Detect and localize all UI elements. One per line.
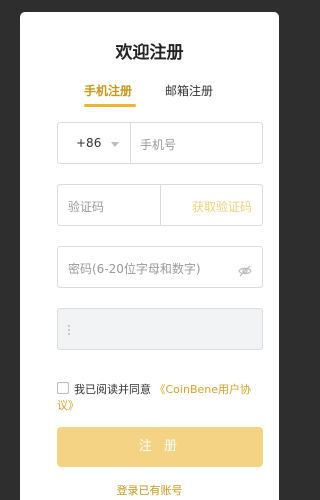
tab-phone-register[interactable]: 手机注册 [84, 82, 132, 99]
eye-hidden-icon[interactable] [238, 262, 252, 281]
phone-input[interactable]: 手机号 [140, 136, 176, 153]
register-button[interactable]: 注 册 [57, 427, 263, 467]
captcha-handle[interactable] [68, 325, 72, 335]
agreement-row: 我已阅读并同意 《CoinBene用户协议》 [57, 382, 263, 414]
divider [160, 185, 161, 225]
get-code-button[interactable]: 获取验证码 [192, 198, 252, 215]
chevron-down-icon[interactable] [111, 142, 119, 147]
password-field: 密码(6-20位字母和数字) [57, 246, 263, 288]
password-input[interactable]: 密码(6-20位字母和数字) [68, 260, 201, 277]
tab-email-register[interactable]: 邮箱注册 [165, 82, 213, 99]
country-code-select[interactable]: +86 [76, 136, 101, 150]
phone-field: +86 手机号 [57, 122, 263, 164]
divider [130, 123, 131, 163]
captcha-field[interactable] [57, 308, 263, 350]
agreement-checkbox[interactable] [57, 382, 69, 394]
active-tab-underline [84, 104, 136, 107]
login-link[interactable]: 登录已有账号 [20, 482, 279, 498]
agreement-text: 我已阅读并同意 [74, 383, 151, 396]
verify-code-input[interactable]: 验证码 [68, 198, 104, 215]
verify-code-field: 验证码 获取验证码 [57, 184, 263, 226]
page-title: 欢迎注册 [115, 43, 184, 63]
register-card: 欢迎注册 手机注册 邮箱注册 +86 手机号 验证码 获取验证码 密码(6-20… [20, 12, 279, 500]
